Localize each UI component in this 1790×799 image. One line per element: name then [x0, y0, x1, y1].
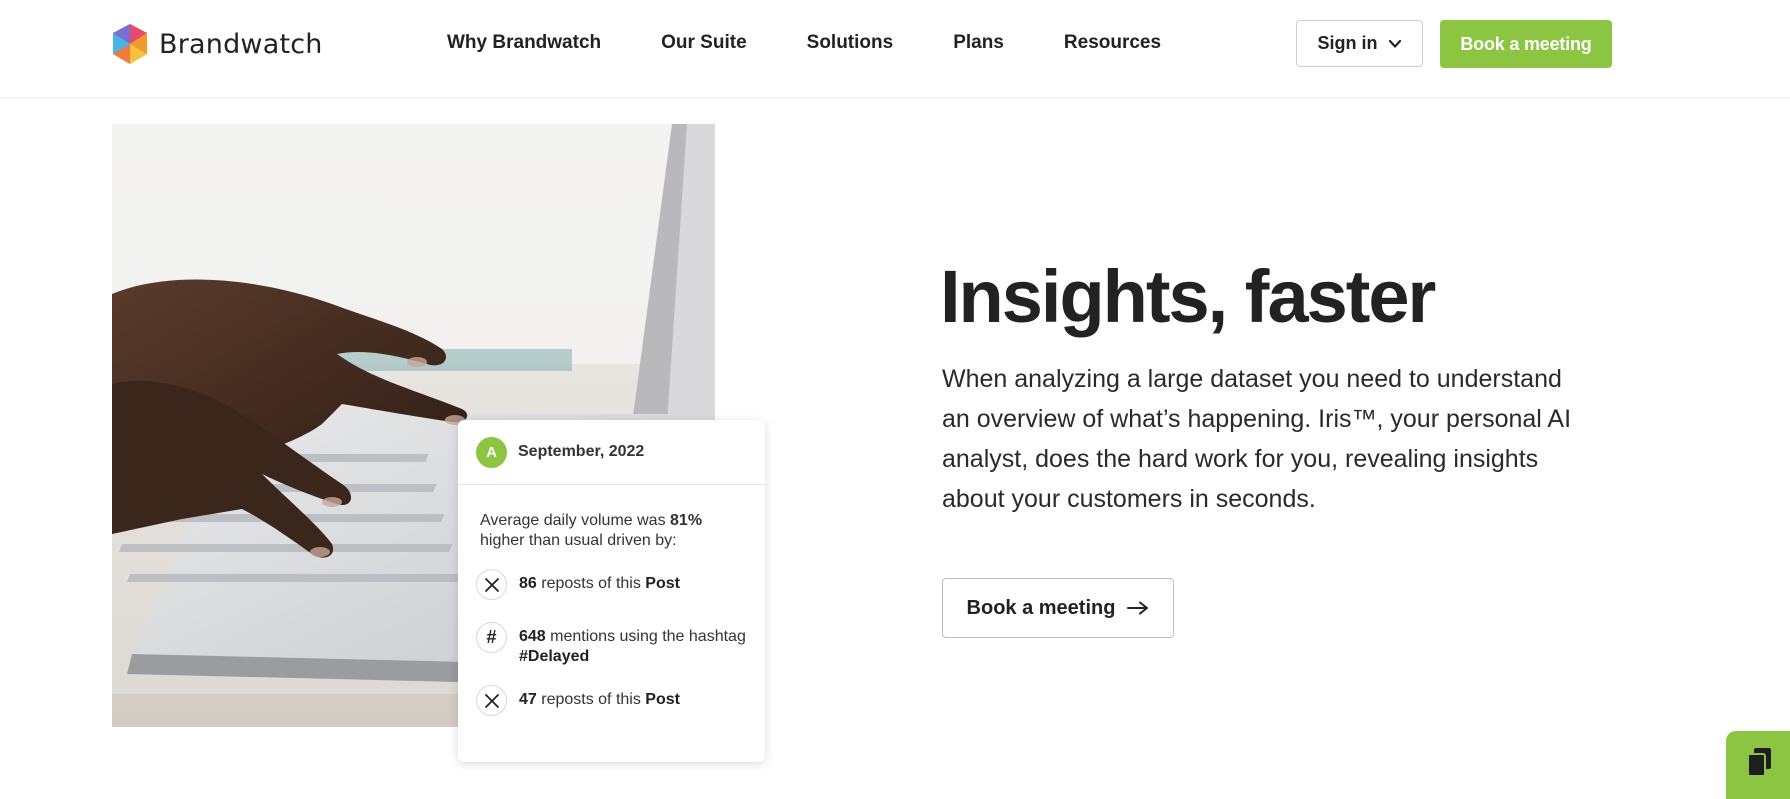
summary-post: higher than usual driven by: [480, 532, 677, 549]
nav-item-why-brandwatch[interactable]: Why Brandwatch [447, 32, 601, 54]
avatar: A [476, 436, 507, 468]
book-meeting-header-label: Book a meeting [1460, 33, 1592, 54]
brand-name: Brandwatch [159, 28, 323, 60]
insight-summary: Average daily volume was 81% higher than… [480, 511, 743, 551]
insight-card: A September, 2022 Average daily volume w… [458, 420, 765, 762]
hero-title: Insights, faster [940, 255, 1436, 338]
documents-icon [1747, 748, 1771, 777]
book-meeting-header-button[interactable]: Book a meeting [1440, 20, 1612, 68]
insight-row-text: 47 reposts of this Post [519, 685, 680, 710]
list-item: 86 reposts of this Post [476, 569, 749, 600]
sign-in-button[interactable]: Sign in [1296, 20, 1423, 67]
nav-item-plans[interactable]: Plans [953, 32, 1004, 54]
row-strong: #Delayed [519, 648, 590, 665]
row-mid: mentions using the hashtag [545, 628, 746, 645]
nav-item-resources[interactable]: Resources [1064, 32, 1161, 54]
hero-body: When analyzing a large dataset you need … [942, 365, 1572, 513]
site-header: Brandwatch Why Brandwatch Our Suite Solu… [0, 0, 1790, 98]
main-nav: Why Brandwatch Our Suite Solutions Plans… [447, 32, 1161, 54]
row-count: 86 [519, 575, 537, 592]
chat-widget-button[interactable] [1726, 731, 1790, 799]
insight-card-header: A September, 2022 [458, 420, 765, 485]
x-logo-icon [476, 569, 507, 600]
insight-row-text: 86 reposts of this Post [519, 569, 680, 594]
arrow-right-icon [1127, 601, 1149, 615]
insight-row-text: 648 mentions using the hashtag #Delayed [519, 622, 749, 667]
nav-item-our-suite[interactable]: Our Suite [661, 32, 747, 54]
row-strong: Post [645, 575, 680, 592]
row-mid: reposts of this [536, 575, 646, 592]
brandwatch-logo-icon [113, 24, 147, 64]
row-count: 47 [519, 691, 537, 708]
sign-in-label: Sign in [1317, 33, 1378, 53]
summary-pre: Average daily volume was [480, 512, 671, 529]
row-mid: reposts of this [536, 691, 646, 708]
book-meeting-button[interactable]: Book a meeting [942, 578, 1174, 638]
row-strong: Post [645, 691, 680, 708]
book-meeting-label: Book a meeting [966, 596, 1116, 619]
chevron-down-icon [1388, 39, 1401, 48]
x-logo-icon [476, 685, 507, 716]
list-item: 47 reposts of this Post [476, 685, 749, 716]
brand-logo[interactable]: Brandwatch [111, 23, 323, 65]
insight-date: September, 2022 [518, 443, 645, 460]
nav-item-solutions[interactable]: Solutions [807, 32, 894, 54]
row-count: 648 [519, 628, 546, 645]
list-item: # 648 mentions using the hashtag #Delaye… [476, 622, 749, 667]
hashtag-icon: # [476, 622, 507, 653]
summary-percent: 81% [670, 512, 703, 529]
